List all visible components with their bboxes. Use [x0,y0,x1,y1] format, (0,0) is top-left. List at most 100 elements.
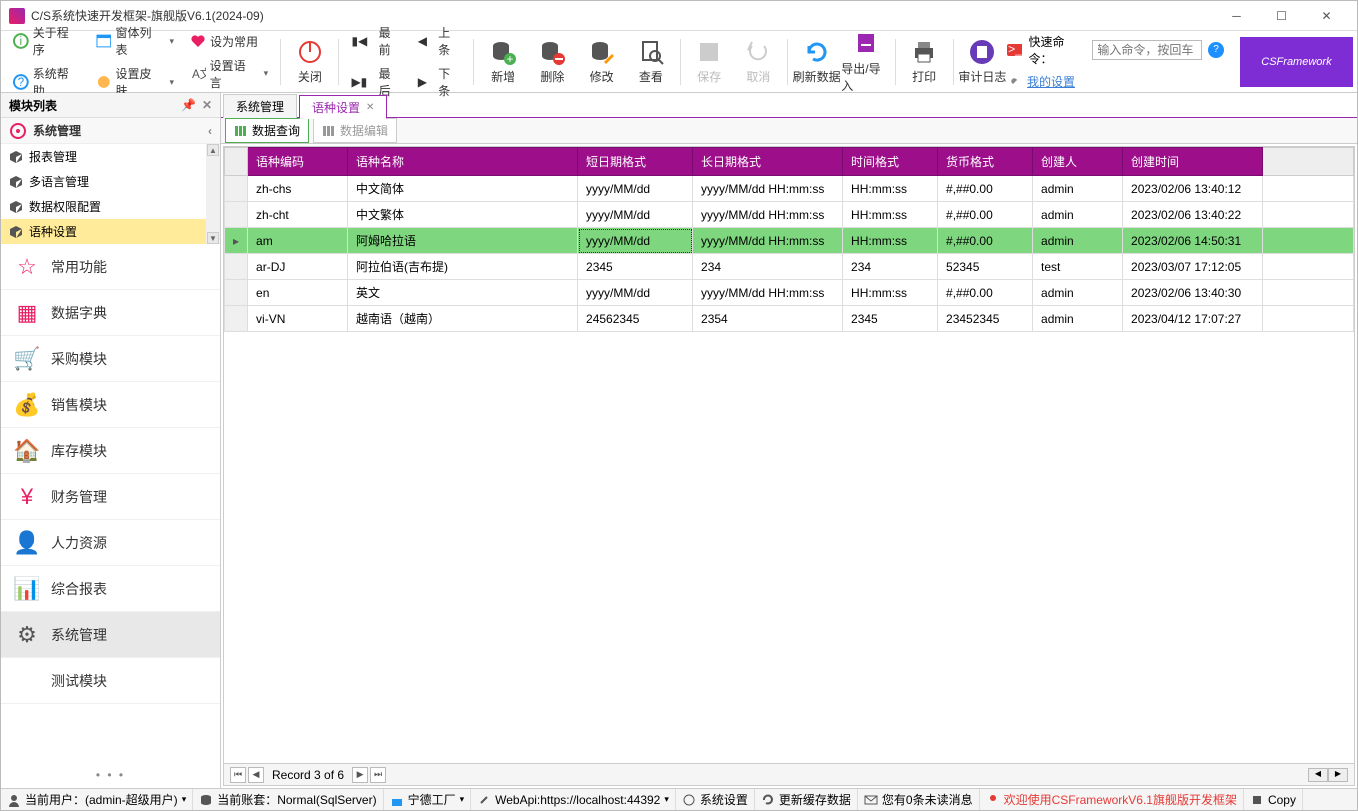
cell[interactable]: #,##0.00 [938,202,1033,228]
cell[interactable]: yyyy/MM/dd HH:mm:ss [693,228,843,254]
cell[interactable]: HH:mm:ss [843,202,938,228]
subtab-1[interactable]: 数据编辑 [313,118,397,143]
modify-button[interactable]: 修改 [577,34,626,90]
minimize-button[interactable]: ─ [1214,1,1259,31]
usual-button[interactable]: 设为常用 [184,31,274,52]
cell[interactable]: 234 [843,254,938,280]
my-settings-link[interactable]: 我的设置 [1027,73,1075,90]
sidebar-section-sysmanage[interactable]: 系统管理 ‹ [1,118,220,144]
cell[interactable]: yyyy/MM/dd [578,280,693,306]
col-header[interactable]: 长日期格式 [693,148,843,176]
close-window-button[interactable]: ✕ [1304,1,1349,31]
cell[interactable]: 英文 [348,280,578,306]
table-row[interactable]: zh-chs中文简体yyyy/MM/ddyyyy/MM/dd HH:mm:ssH… [225,176,1354,202]
status-webapi[interactable]: WebApi:https://localhost:44392▾ [471,789,676,810]
cell[interactable]: 23452345 [938,306,1033,332]
col-header[interactable]: 时间格式 [843,148,938,176]
subtab-0[interactable]: 数据查询 [225,118,309,143]
nav-item-1[interactable]: ▦数据字典 [1,290,220,336]
cell[interactable]: admin [1033,280,1123,306]
export-button[interactable]: 导出/导入 [841,34,890,90]
hscroll-right-icon[interactable]: ▶ [1328,768,1348,782]
print-button[interactable]: 打印 [900,34,949,90]
sidebar-subitem-1[interactable]: 多语言管理 [1,169,206,194]
delete-button[interactable]: 删除 [528,34,577,90]
cell[interactable]: #,##0.00 [938,280,1033,306]
nav-item-6[interactable]: 👤人力资源 [1,520,220,566]
cell[interactable]: 2023/02/06 13:40:12 [1123,176,1263,202]
cell[interactable]: yyyy/MM/dd [578,176,693,202]
col-header[interactable]: 语种名称 [348,148,578,176]
col-header[interactable]: 货币格式 [938,148,1033,176]
grid-next-button[interactable]: ▶ [352,767,368,783]
nav-item-5[interactable]: ¥财务管理 [1,474,220,520]
cell[interactable]: 24562345 [578,306,693,332]
sidebar-subitem-0[interactable]: 报表管理 [1,144,206,169]
cell[interactable]: 阿姆哈拉语 [348,228,578,254]
cell[interactable]: 2354 [693,306,843,332]
grid-last-button[interactable]: ⏭ [370,767,386,783]
nav-item-2[interactable]: 🛒采购模块 [1,336,220,382]
nav-item-0[interactable]: ☆常用功能 [1,244,220,290]
about-button[interactable]: i 关于程序 [7,22,86,60]
data-grid[interactable]: 语种编码语种名称短日期格式长日期格式时间格式货币格式创建人创建时间zh-chs中… [224,147,1354,332]
cell[interactable]: yyyy/MM/dd [578,202,693,228]
grid-prev-button[interactable]: ◀ [248,767,264,783]
table-row[interactable]: ar-DJ阿拉伯语(吉布提)234523423452345test2023/03… [225,254,1354,280]
col-header[interactable]: 创建人 [1033,148,1123,176]
status-user[interactable]: 当前用户：(admin-超级用户)▾ [1,789,193,810]
cell[interactable]: en [248,280,348,306]
col-header[interactable]: 短日期格式 [578,148,693,176]
table-row[interactable]: en英文yyyy/MM/ddyyyy/MM/dd HH:mm:ssHH:mm:s… [225,280,1354,306]
cell[interactable]: 2023/02/06 13:40:22 [1123,202,1263,228]
status-mail[interactable]: 您有0条未读消息 [858,789,980,810]
status-account[interactable]: 当前账套：Normal(SqlServer) [193,789,383,810]
cell[interactable]: 中文简体 [348,176,578,202]
help-circle-icon[interactable]: ? [1208,42,1223,58]
sidebar-subitem-2[interactable]: 数据权限配置 [1,194,206,219]
col-header[interactable]: 创建时间 [1123,148,1263,176]
add-button[interactable]: + 新增 [478,34,527,90]
cell[interactable]: 中文繁体 [348,202,578,228]
lang-button[interactable]: A文 设置语言 [184,55,274,93]
cell[interactable]: 2345 [843,306,938,332]
maximize-button[interactable]: ☐ [1259,1,1304,31]
cell[interactable]: am [248,228,348,254]
cell[interactable]: ar-DJ [248,254,348,280]
grid-first-button[interactable]: ⏮ [230,767,246,783]
cell[interactable]: admin [1033,306,1123,332]
status-factory[interactable]: 宁德工厂▾ [384,789,472,810]
sidebar-more-icon[interactable]: • • • [1,762,220,788]
table-row[interactable]: zh-cht中文繁体yyyy/MM/ddyyyy/MM/dd HH:mm:ssH… [225,202,1354,228]
cell[interactable]: HH:mm:ss [843,228,938,254]
nav-item-7[interactable]: 📊综合报表 [1,566,220,612]
cell[interactable]: vi-VN [248,306,348,332]
cell[interactable]: 越南语（越南） [348,306,578,332]
cell[interactable]: admin [1033,176,1123,202]
cell[interactable]: 2023/04/12 17:07:27 [1123,306,1263,332]
tab-0[interactable]: 系统管理 [223,94,297,118]
pin-icon[interactable]: 📌 [181,98,196,112]
nav-item-8[interactable]: ⚙系统管理 [1,612,220,658]
prev-record-button[interactable]: ◀ 上条 [412,22,468,60]
close-side-icon[interactable]: ✕ [202,98,212,112]
nav-item-3[interactable]: 💰销售模块 [1,382,220,428]
cell[interactable]: 2023/02/06 13:40:30 [1123,280,1263,306]
cell[interactable]: #,##0.00 [938,176,1033,202]
cell[interactable]: yyyy/MM/dd HH:mm:ss [693,280,843,306]
cell[interactable]: yyyy/MM/dd HH:mm:ss [693,202,843,228]
cell[interactable]: 2023/03/07 17:12:05 [1123,254,1263,280]
cell[interactable]: 2345 [578,254,693,280]
table-row[interactable]: vi-VN越南语（越南）245623452354234523452345admi… [225,306,1354,332]
status-cache[interactable]: 更新缓存数据 [755,789,858,810]
cell[interactable]: zh-cht [248,202,348,228]
sidebar-subitem-3[interactable]: 语种设置 [1,219,206,244]
cell[interactable]: #,##0.00 [938,228,1033,254]
col-header[interactable]: 语种编码 [248,148,348,176]
audit-button[interactable]: 审计日志 [958,34,1007,90]
nav-item-9[interactable]: 测试模块 [1,658,220,704]
scroll-down-icon[interactable]: ▼ [207,232,219,244]
first-record-button[interactable]: ▮◀ 最前 [345,22,407,60]
cell[interactable]: admin [1033,202,1123,228]
nav-item-4[interactable]: 🏠库存模块 [1,428,220,474]
